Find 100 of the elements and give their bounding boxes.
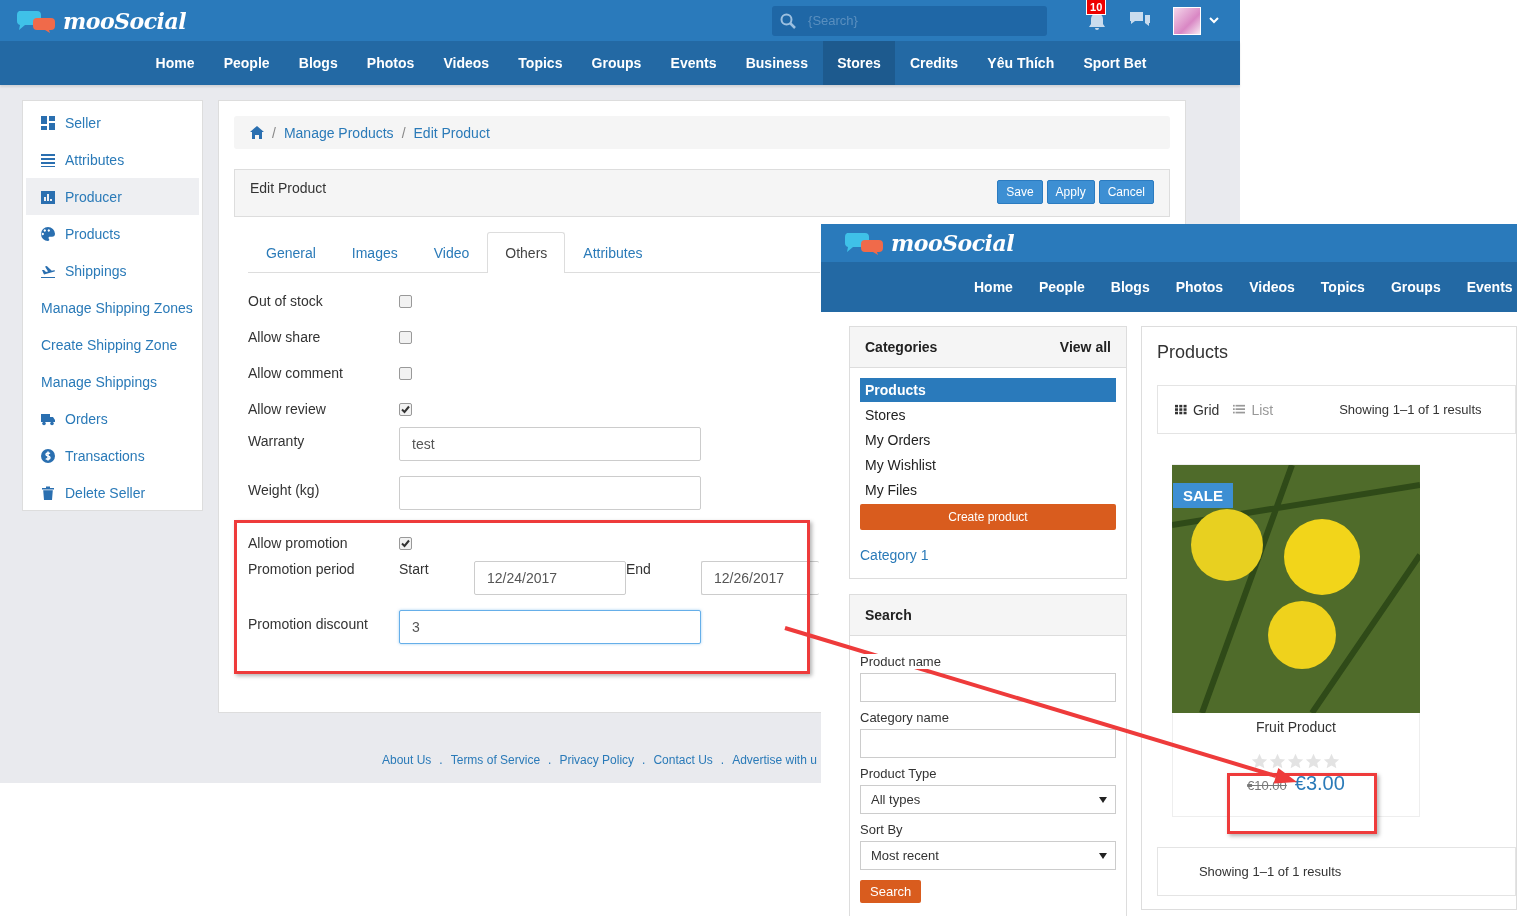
category-item[interactable]: My Files	[860, 477, 1116, 502]
action-button[interactable]: Apply	[1046, 180, 1095, 204]
notification-badge: 10	[1086, 0, 1107, 15]
nav-link[interactable]: Topics	[1307, 262, 1378, 312]
sidebar-item[interactable]: Producer	[26, 178, 199, 215]
action-button[interactable]: Cancel	[1098, 180, 1154, 204]
sidebar-item[interactable]: Products	[26, 215, 199, 252]
list-icon	[41, 152, 55, 167]
list-icon	[1233, 403, 1246, 416]
nav-link[interactable]: Groups	[577, 41, 656, 85]
field-label: Allow share	[248, 329, 322, 345]
nav-link[interactable]: Stores	[822, 41, 896, 85]
grid-icon	[1174, 403, 1187, 416]
nav-link[interactable]: Topics	[503, 41, 577, 85]
sidebar-item[interactable]: Create Shipping Zone	[26, 326, 199, 363]
home-icon[interactable]	[250, 126, 264, 139]
nav-link[interactable]: Photos	[352, 41, 429, 85]
dashboard-icon	[41, 115, 55, 130]
nav-link[interactable]: Blogs	[284, 41, 353, 85]
separator: .	[548, 753, 552, 767]
star-icon	[1269, 753, 1287, 770]
nav-link[interactable]: Yêu Thích	[972, 41, 1069, 85]
checkbox[interactable]	[399, 294, 412, 308]
checkbox[interactable]	[399, 366, 412, 380]
nav-link[interactable]: Videos	[428, 41, 504, 85]
breadcrumb-link[interactable]: Edit Product	[413, 124, 490, 141]
view-toggle[interactable]: Grid	[1174, 401, 1220, 418]
sidebar-item[interactable]: Seller	[26, 104, 199, 141]
nav-link[interactable]: Business	[731, 41, 823, 85]
category-link[interactable]: Category 1	[860, 547, 1116, 563]
field-label: Weight (kg)	[248, 482, 321, 498]
category-item[interactable]: Stores	[860, 402, 1116, 427]
separator: .	[439, 753, 443, 767]
text-field[interactable]	[399, 476, 701, 510]
nav-link[interactable]: Home	[141, 41, 210, 85]
create-product-button[interactable]: Create product	[860, 504, 1116, 530]
breadcrumb-link[interactable]: Manage Products	[283, 124, 394, 141]
text-field[interactable]: 3	[399, 610, 701, 644]
nav-link[interactable]: Photos	[1162, 262, 1237, 312]
results-summary: Showing 1–1 of 1 results	[1339, 402, 1482, 417]
nav-link[interactable]: Credits	[895, 41, 973, 85]
nav-link[interactable]: Groups	[1377, 262, 1454, 312]
chevron-down-icon[interactable]	[1209, 17, 1220, 24]
tab[interactable]: General	[248, 232, 334, 273]
sidebar-item[interactable]: Manage Shipping Zones	[26, 289, 199, 326]
logo-text[interactable]: mooSocial	[63, 7, 187, 34]
nav-link[interactable]: Home	[961, 262, 1026, 312]
avatar[interactable]	[1173, 6, 1202, 35]
nav-link[interactable]: Blogs	[1097, 262, 1163, 312]
text-field[interactable]	[860, 673, 1116, 702]
product-name[interactable]: Fruit Product	[1255, 719, 1336, 735]
sidebar-item[interactable]: Shippings	[26, 252, 199, 289]
sidebar-item[interactable]: Delete Seller	[26, 474, 199, 511]
tab[interactable]: Video	[415, 232, 488, 273]
footer-link[interactable]: Terms of Service	[450, 753, 541, 767]
nav-link[interactable]: Videos	[1236, 262, 1308, 312]
action-button[interactable]: Save	[997, 180, 1043, 204]
field-label: Allow promotion	[248, 535, 349, 551]
field-label: Category name	[860, 710, 949, 725]
search-button[interactable]: Search	[860, 880, 922, 903]
footer-link[interactable]: Privacy Policy	[559, 753, 635, 767]
checkbox[interactable]	[399, 536, 412, 550]
date-field[interactable]: 12/26/2017	[701, 561, 819, 595]
results-summary: Showing 1–1 of 1 results	[1198, 864, 1342, 879]
category-item[interactable]: My Wishlist	[860, 452, 1116, 477]
tab[interactable]: Images	[333, 232, 416, 273]
dropdown[interactable]: All types	[860, 785, 1116, 814]
footer-link[interactable]: About Us	[382, 753, 432, 767]
sidebar-item[interactable]: Manage Shippings	[26, 363, 199, 400]
caret-icon	[1098, 852, 1107, 859]
separator: .	[720, 753, 725, 767]
text-field[interactable]: test	[399, 427, 701, 461]
nav-link[interactable]: People	[1025, 262, 1098, 312]
star-icon	[1251, 753, 1269, 770]
sidebar-item[interactable]: Transactions	[26, 437, 199, 474]
nav-link[interactable]: People	[209, 41, 285, 85]
footer-link[interactable]: Contact Us	[653, 753, 713, 767]
nav-link[interactable]: Events	[656, 41, 732, 85]
view-toggle[interactable]: List	[1233, 401, 1274, 418]
search-field[interactable]: {Search}	[772, 5, 1048, 36]
category-item[interactable]: Products	[860, 378, 1116, 402]
footer-link[interactable]: Advertise with u	[732, 753, 817, 767]
nav-link[interactable]: Events	[1453, 262, 1517, 312]
star-icon	[1305, 753, 1323, 770]
tab[interactable]: Attributes	[565, 232, 661, 273]
sidebar-item[interactable]: Attributes	[26, 141, 199, 178]
sidebar-item[interactable]: Orders	[26, 400, 199, 437]
search-icon	[780, 12, 797, 29]
dropdown[interactable]: Most recent	[860, 841, 1116, 870]
category-item[interactable]: My Orders	[860, 427, 1116, 452]
tab[interactable]: Others	[487, 232, 566, 273]
checkbox[interactable]	[399, 330, 412, 344]
nav-link[interactable]: Sport Bet	[1068, 41, 1161, 85]
text-field[interactable]	[860, 729, 1116, 758]
checkbox[interactable]	[399, 402, 412, 416]
view-all-link[interactable]: View all	[1059, 339, 1111, 355]
field-label: Promotion period	[248, 561, 356, 577]
logo-text[interactable]: mooSocial	[891, 230, 1015, 256]
date-field[interactable]: 12/24/2017	[474, 561, 626, 595]
bar-chart-icon	[41, 189, 55, 204]
